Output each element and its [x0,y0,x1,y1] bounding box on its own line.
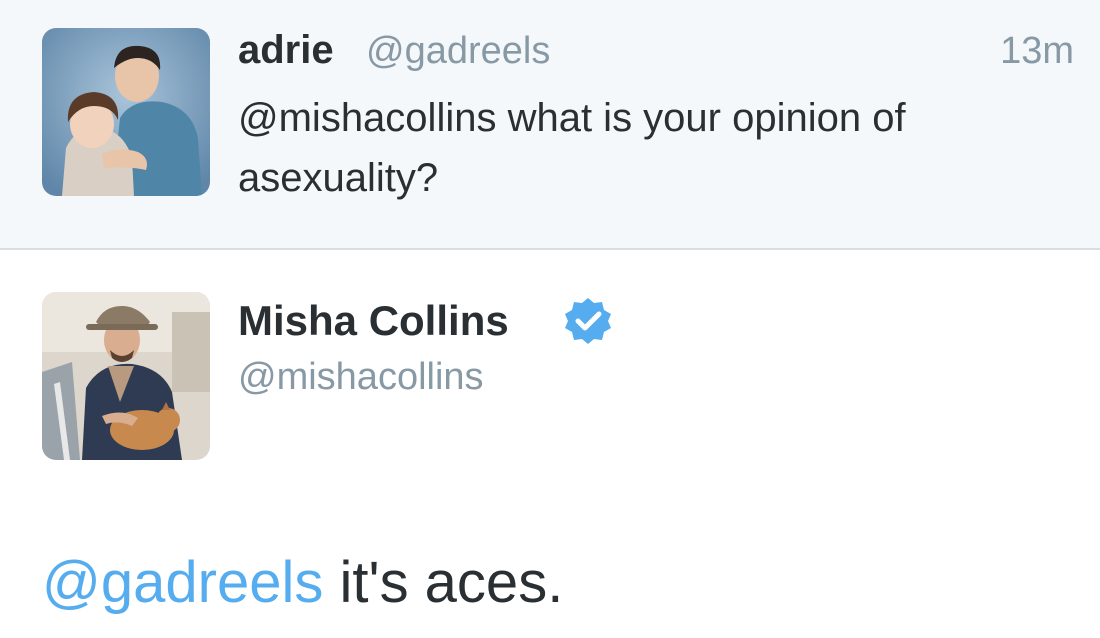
avatar-photo-icon [42,28,210,196]
timestamp[interactable]: 13m [1000,28,1074,74]
avatar[interactable] [42,28,210,196]
avatar-photo-icon [42,292,210,460]
original-tweet[interactable]: adrie @gadreels 13m @mishacollins what i… [0,0,1100,248]
mention-link[interactable]: @gadreels [42,550,323,615]
verified-badge-icon [563,296,613,346]
tweet-text: @gadreels it's aces. [42,548,563,618]
author-name[interactable]: adrie [238,26,334,74]
avatar[interactable] [42,292,210,460]
divider [0,248,1100,250]
tweet-text: @mishacollins what is your opinion of as… [238,96,906,200]
author-handle[interactable]: @mishacollins [238,354,484,400]
author-name[interactable]: Misha Collins [238,296,509,346]
reply-text: it's aces. [323,550,564,615]
author-handle[interactable]: @gadreels [366,28,550,74]
